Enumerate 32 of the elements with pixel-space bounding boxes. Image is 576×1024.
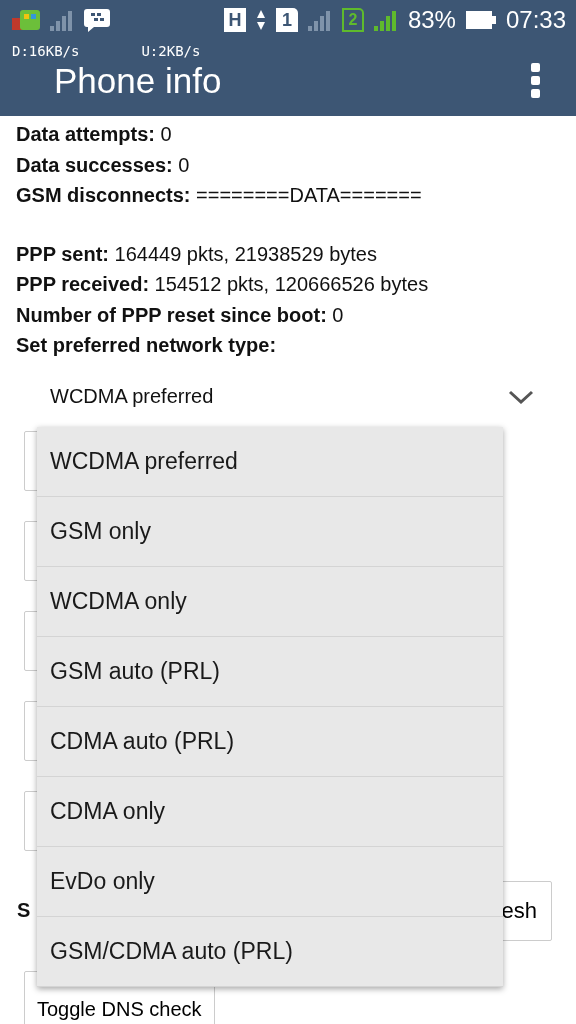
dropdown-option[interactable]: EvDo only [37, 847, 503, 917]
signal-icon [373, 9, 398, 31]
signal-icon [50, 9, 74, 31]
download-speed: D:16KB/s [12, 43, 80, 59]
battery-percent: 83% [407, 6, 456, 34]
chevron-down-icon [508, 389, 534, 404]
clock: 07:33 [505, 6, 566, 34]
screen-title: Phone info [54, 60, 222, 101]
info-line: GSM disconnects: ========DATA======= [16, 183, 423, 208]
dropdown-option[interactable]: GSM only [37, 497, 503, 567]
upload-speed: U:2KB/s [141, 43, 201, 59]
chat-icon [84, 8, 110, 32]
smsc-label: S [16, 899, 31, 922]
info-line: PPP received: 154512 pkts, 120666526 bytes [16, 272, 430, 297]
dropdown-option[interactable]: GSM auto (PRL) [37, 637, 503, 707]
data-arrows-icon [255, 8, 266, 32]
sim-indicator: 2 [341, 8, 364, 32]
info-line: Number of PPP reset since boot: 0 [16, 302, 345, 328]
network-type-indicator: H [223, 8, 246, 32]
dropdown-option[interactable]: CDMA auto (PRL) [37, 707, 503, 777]
signal-icon [307, 9, 332, 31]
dropdown-option[interactable]: CDMA only [37, 777, 503, 847]
info-line: Data attempts: 0 [16, 122, 173, 147]
sim-indicator: 1 [275, 8, 298, 32]
battery-icon [465, 11, 496, 29]
app-icon [12, 8, 40, 32]
dropdown-option[interactable]: GSM/CDMA auto (PRL) [37, 917, 503, 987]
info-line: Set preferred network type: [16, 333, 278, 358]
dropdown-option[interactable]: WCDMA only [37, 567, 503, 637]
info-line: Data successes: 0 [16, 152, 191, 178]
dropdown-option[interactable]: WCDMA preferred [37, 427, 503, 497]
info-line: PPP sent: 164449 pkts, 21938529 bytes [16, 241, 378, 267]
